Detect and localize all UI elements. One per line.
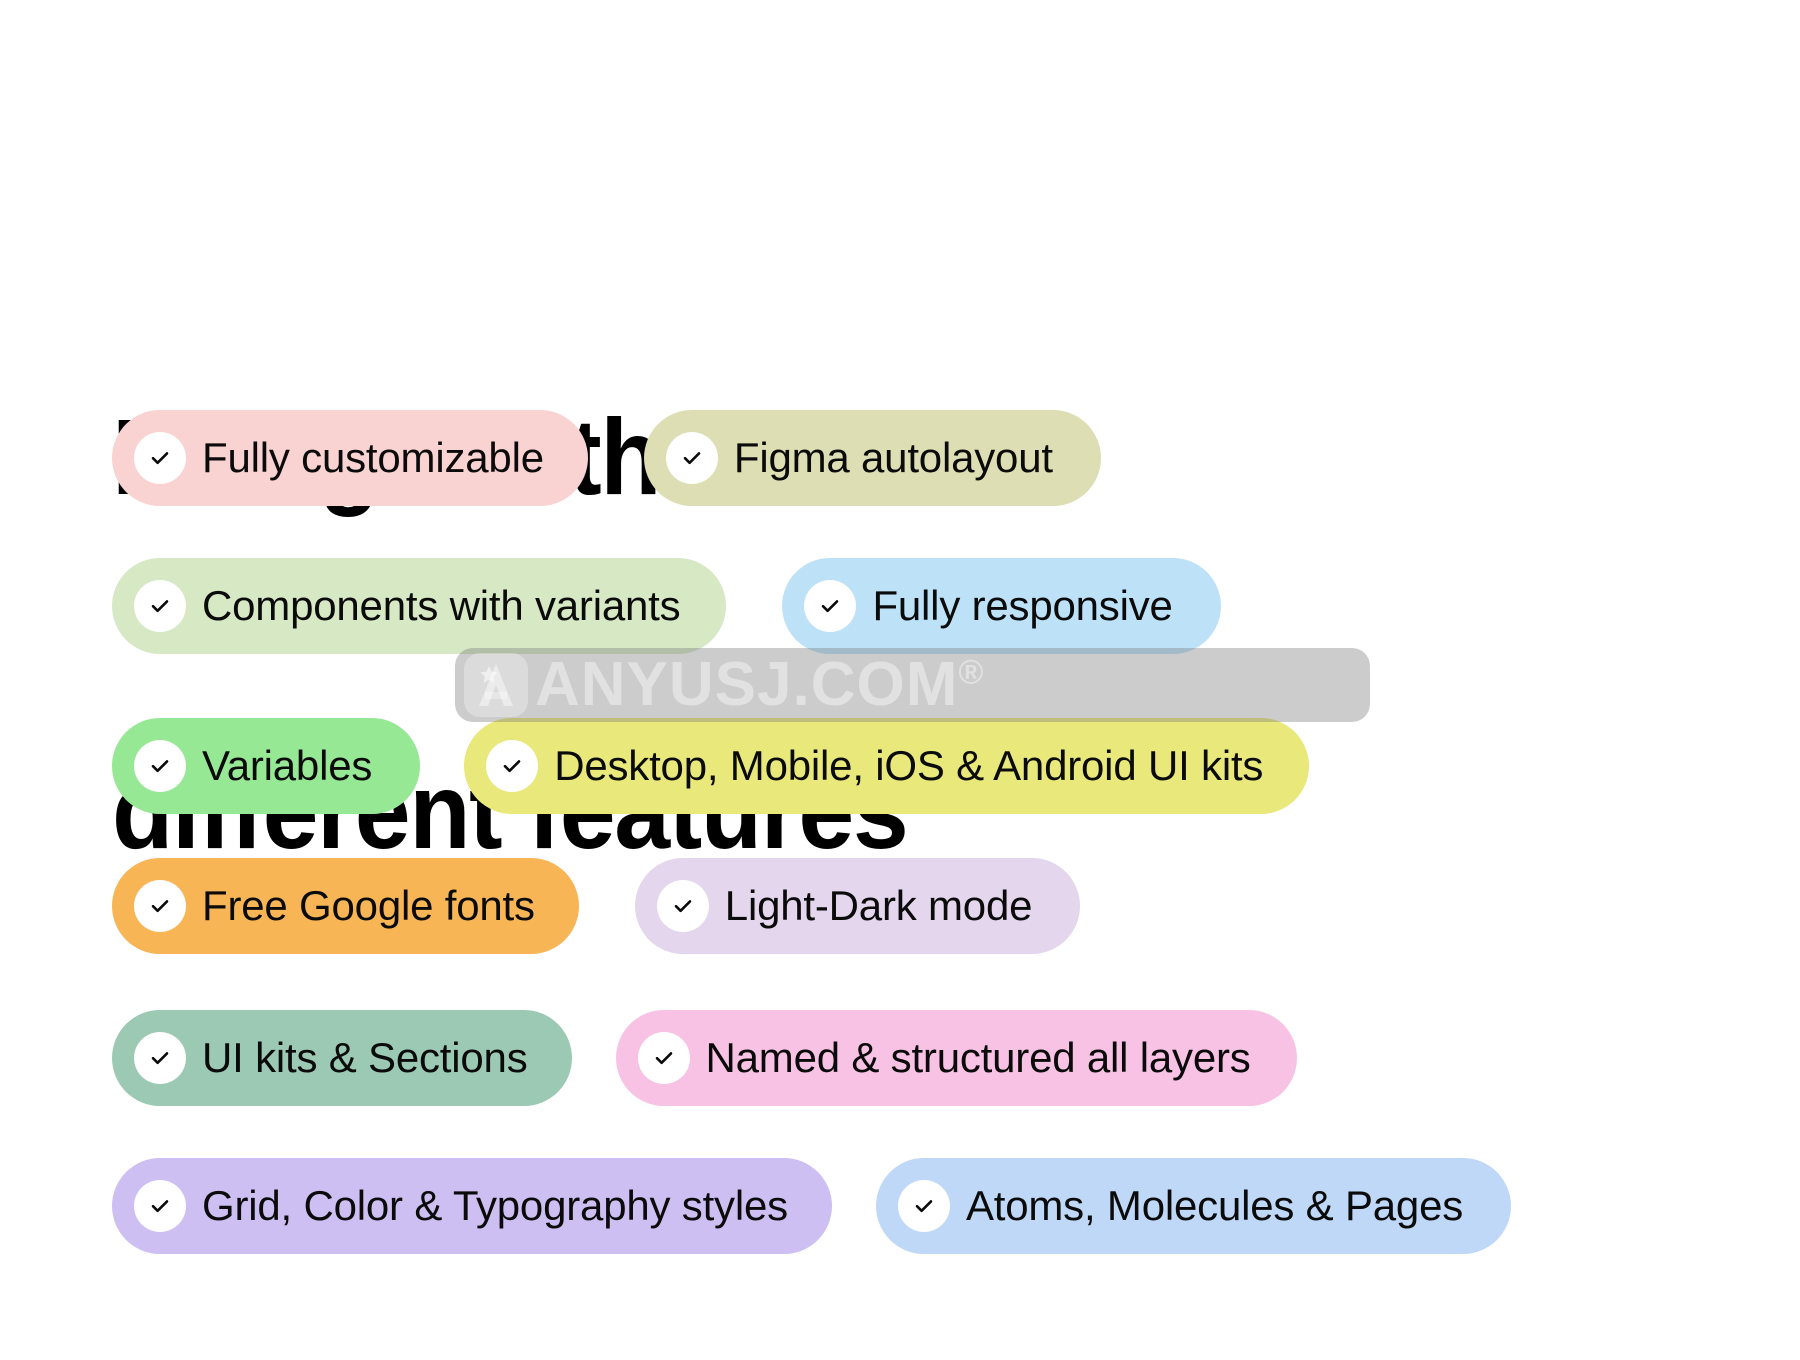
check-icon <box>486 740 539 792</box>
feature-list-page: Design with different features Fully cus… <box>0 0 1800 1360</box>
feature-pill-label: Fully responsive <box>872 582 1173 629</box>
feature-pill-label: Figma autolayout <box>733 434 1053 481</box>
check-icon <box>134 1032 186 1084</box>
feature-pill-label: Atoms, Molecules & Pages <box>965 1182 1464 1229</box>
feature-pill[interactable]: Desktop, Mobile, iOS & Android UI kits <box>464 718 1310 814</box>
feature-pill[interactable]: Light-Dark mode <box>634 858 1081 954</box>
feature-list: Fully customizable Figma autolayout Compon… <box>112 408 1712 1304</box>
check-icon <box>897 1180 950 1232</box>
check-icon <box>134 432 186 484</box>
feature-pill-label: Desktop, Mobile, iOS & Android UI kits <box>554 742 1264 789</box>
check-icon <box>134 880 186 932</box>
check-icon <box>134 1180 186 1232</box>
feature-pill-label: Free Google fonts <box>202 882 535 929</box>
feature-pill[interactable]: Variables <box>112 718 421 814</box>
feature-pill[interactable]: Named & structured all layers <box>615 1010 1297 1106</box>
feature-pill[interactable]: Fully responsive <box>782 558 1221 654</box>
feature-pill-label: UI kits & Sections <box>202 1034 528 1081</box>
check-icon <box>665 432 718 484</box>
feature-pill[interactable]: Components with variants <box>112 558 727 654</box>
feature-pill-label: Components with variants <box>202 582 681 629</box>
feature-pill[interactable]: Figma autolayout <box>643 410 1101 506</box>
feature-pill[interactable]: Atoms, Molecules & Pages <box>875 1158 1512 1254</box>
feature-row: Fully customizable Figma autolayout <box>112 408 1712 508</box>
feature-row: Free Google fonts Light-Dark mode <box>112 856 1712 956</box>
feature-pill-label: Variables <box>202 742 373 789</box>
feature-row: Grid, Color & Typography styles Atoms, Mo… <box>112 1156 1712 1256</box>
feature-row: Variables Desktop, Mobile, iOS & Android … <box>112 716 1712 816</box>
check-icon <box>134 740 186 792</box>
feature-pill-label: Grid, Color & Typography styles <box>202 1182 788 1229</box>
check-icon <box>134 580 186 632</box>
feature-pill[interactable]: Grid, Color & Typography styles <box>112 1158 832 1254</box>
check-icon <box>804 580 857 632</box>
check-icon <box>637 1032 690 1084</box>
feature-pill-label: Light-Dark mode <box>724 882 1033 929</box>
feature-row: Components with variants Fully responsive <box>112 556 1712 656</box>
feature-row: UI kits & Sections Named & structured all… <box>112 1008 1712 1108</box>
feature-pill-label: Fully customizable <box>202 434 544 481</box>
feature-pill-label: Named & structured all layers <box>705 1034 1251 1081</box>
check-icon <box>656 880 709 932</box>
feature-pill[interactable]: UI kits & Sections <box>112 1010 572 1106</box>
feature-pill[interactable]: Free Google fonts <box>112 858 579 954</box>
feature-pill[interactable]: Fully customizable <box>112 410 588 506</box>
